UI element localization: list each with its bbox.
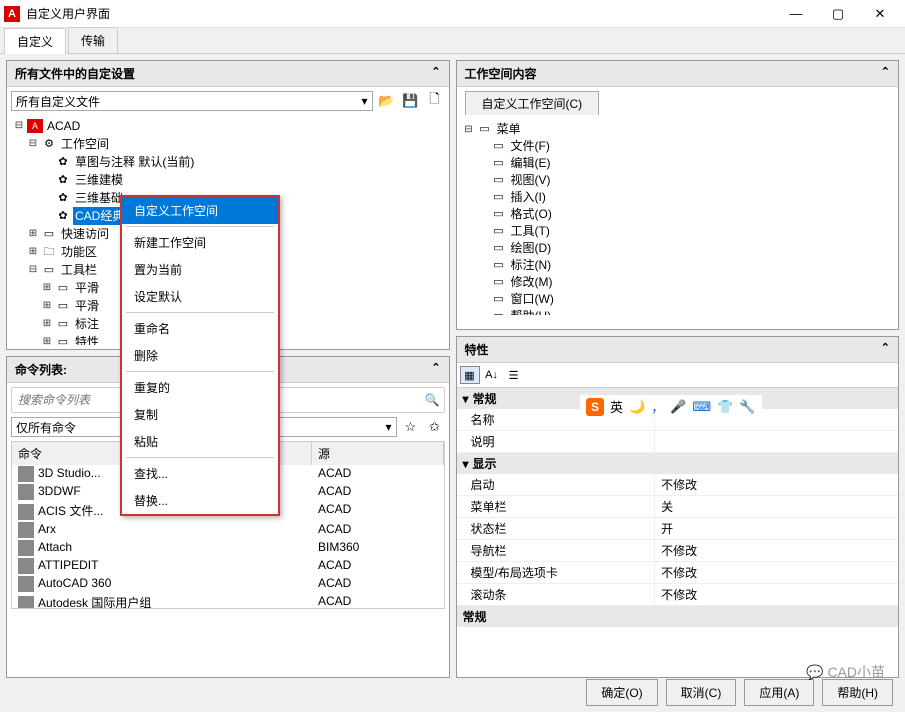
cancel-button[interactable]: 取消(C): [666, 679, 737, 706]
prop-value[interactable]: 不修改: [655, 584, 898, 605]
gear-icon: ✿: [55, 209, 71, 223]
selected-workspace[interactable]: CAD经典: [73, 207, 126, 225]
menu-item[interactable]: ▭视图(V): [463, 172, 893, 189]
section-display[interactable]: ▾显示: [457, 453, 899, 474]
collapse-icon[interactable]: ⌃: [431, 65, 440, 82]
menu-item[interactable]: ▭标注(N): [463, 257, 893, 274]
ctx-copy[interactable]: 复制: [122, 401, 278, 428]
prop-value[interactable]: 开: [655, 518, 898, 539]
chevron-down-icon: ▾: [361, 94, 367, 108]
categorized-icon[interactable]: ▦: [460, 366, 480, 384]
window-title: 自定义用户界面: [26, 5, 775, 22]
table-row[interactable]: ATTIPEDITACAD: [12, 557, 444, 575]
menu-icon: ▭: [477, 123, 493, 137]
main-tabs: 自定义 传输: [0, 28, 905, 54]
chevron-down-icon: ▾: [463, 457, 469, 471]
person-icon[interactable]: 👕: [717, 399, 733, 415]
custom-files-header[interactable]: 所有文件中的自定设置 ⌃: [7, 61, 449, 87]
help-button[interactable]: 帮助(H): [822, 679, 893, 706]
table-row[interactable]: AutoCAD 360ACAD: [12, 575, 444, 593]
workspace-content-title: 工作空间内容: [465, 65, 537, 82]
custom-file-dropdown[interactable]: 所有自定义文件 ▾: [11, 91, 373, 111]
gear-icon: ✿: [55, 155, 71, 169]
wechat-icon: 💬: [806, 664, 823, 681]
gear-icon: ⚙: [41, 137, 57, 151]
ctx-delete[interactable]: 删除: [122, 342, 278, 369]
app-icon: A: [27, 119, 43, 133]
ctx-paste[interactable]: 粘贴: [122, 428, 278, 455]
collapse-icon[interactable]: ⌃: [881, 65, 890, 82]
table-row[interactable]: AttachBIM360: [12, 539, 444, 557]
toolbar-icon: ▭: [41, 263, 57, 277]
ctx-set-current[interactable]: 置为当前: [122, 256, 278, 283]
close-button[interactable]: ✕: [859, 0, 901, 28]
wrench-icon[interactable]: 🔧: [739, 399, 755, 415]
collapse-icon[interactable]: ⌃: [431, 361, 440, 378]
gear-icon: ✿: [55, 173, 71, 187]
menu-item[interactable]: ▭修改(M): [463, 274, 893, 291]
prop-value[interactable]: 关: [655, 496, 898, 517]
prop-value[interactable]: 不修改: [655, 474, 898, 495]
ctx-replace[interactable]: 替换...: [122, 487, 278, 514]
toolbar-icon: ▭: [41, 227, 57, 241]
minimize-button[interactable]: ―: [775, 0, 817, 28]
custom-files-title: 所有文件中的自定设置: [15, 65, 135, 82]
ctx-rename[interactable]: 重命名: [122, 315, 278, 342]
sogou-icon[interactable]: S: [586, 398, 604, 416]
menu-item[interactable]: ▭窗口(W): [463, 291, 893, 308]
menu-item[interactable]: ▭工具(T): [463, 223, 893, 240]
menu-item[interactable]: ▭帮助(H): [463, 308, 893, 315]
moon-icon[interactable]: 🌙: [629, 399, 645, 415]
table-row[interactable]: Autodesk 国际用户组ACAD: [12, 593, 444, 609]
table-row[interactable]: ArxACAD: [12, 521, 444, 539]
tab-transfer[interactable]: 传输: [68, 27, 118, 53]
maximize-button[interactable]: ▢: [817, 0, 859, 28]
prop-value[interactable]: 不修改: [655, 562, 898, 583]
properties-title: 特性: [465, 341, 489, 358]
save-icon[interactable]: 💾: [401, 91, 421, 111]
gear-icon: ✿: [55, 191, 71, 205]
open-icon[interactable]: 📂: [377, 91, 397, 111]
prop-value[interactable]: 不修改: [655, 540, 898, 561]
ok-button[interactable]: 确定(O): [586, 679, 657, 706]
command-list-title: 命令列表:: [15, 361, 67, 378]
col-source[interactable]: 源: [312, 442, 444, 465]
chevron-down-icon: ▾: [385, 420, 391, 434]
apply-button[interactable]: 应用(A): [744, 679, 814, 706]
workspace-tab[interactable]: 自定义工作空间(C): [465, 91, 600, 115]
ctx-set-default[interactable]: 设定默认: [122, 283, 278, 310]
mic-icon[interactable]: 🎤: [670, 399, 686, 415]
desc-field[interactable]: [655, 431, 898, 452]
ime-toolbar[interactable]: S 英 🌙 ， 🎤 ⌨ 👕 🔧: [580, 395, 762, 418]
context-menu: 自定义工作空间 新建工作空间 置为当前 设定默认 重命名 删除 重复的 复制 粘…: [120, 195, 280, 516]
chevron-down-icon: ▾: [463, 392, 469, 406]
ctx-new-workspace[interactable]: 新建工作空间: [122, 229, 278, 256]
keyboard-icon[interactable]: ⌨: [692, 399, 711, 415]
menu-item[interactable]: ▭绘图(D): [463, 240, 893, 257]
workspace-content-header[interactable]: 工作空间内容 ⌃: [457, 61, 899, 87]
ctx-customize-workspace[interactable]: 自定义工作空间: [122, 197, 278, 224]
ctx-duplicate[interactable]: 重复的: [122, 374, 278, 401]
tree-icon[interactable]: ☰: [504, 366, 524, 384]
search-icon[interactable]: 🔍: [425, 393, 440, 407]
menu-tree[interactable]: ⊟▭菜单 ▭文件(F)▭编辑(E)▭视图(V)▭插入(I)▭格式(O)▭工具(T…: [457, 115, 899, 315]
collapse-icon[interactable]: ⌃: [881, 341, 890, 358]
menu-item[interactable]: ▭编辑(E): [463, 155, 893, 172]
menu-item[interactable]: ▭格式(O): [463, 206, 893, 223]
watermark: 💬 CAD小苗: [806, 662, 885, 682]
menu-item[interactable]: ▭插入(I): [463, 189, 893, 206]
alphabetical-icon[interactable]: A↓: [482, 366, 502, 384]
section-general2[interactable]: 常规: [457, 606, 899, 627]
app-icon: A: [4, 6, 20, 22]
star-new-icon[interactable]: ✩: [425, 417, 445, 437]
menu-item[interactable]: ▭文件(F): [463, 138, 893, 155]
properties-header[interactable]: 特性 ⌃: [457, 337, 899, 363]
new-icon[interactable]: 🗋: [425, 91, 445, 111]
titlebar: A 自定义用户界面 ― ▢ ✕: [0, 0, 905, 28]
ctx-find[interactable]: 查找...: [122, 460, 278, 487]
folder-icon: 🗀: [41, 245, 57, 259]
tab-customize[interactable]: 自定义: [4, 28, 66, 54]
star-icon[interactable]: ☆: [401, 417, 421, 437]
